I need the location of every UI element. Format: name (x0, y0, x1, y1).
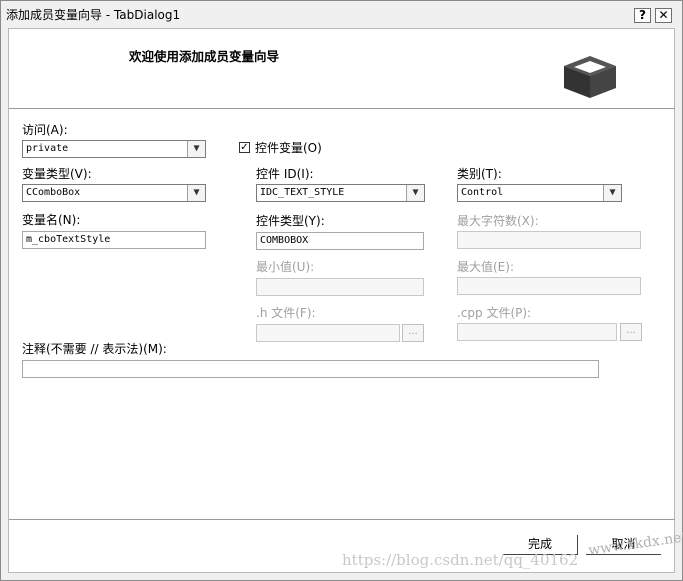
max-chars-label: 最大字符数(X): (457, 214, 539, 228)
category-label: 类别(T): (457, 167, 502, 181)
control-type-input[interactable]: COMBOBOX (256, 232, 424, 250)
window-title: 添加成员变量向导 - TabDialog1 (6, 8, 181, 22)
max-value-label: 最大值(E): (457, 260, 514, 274)
comment-input[interactable] (22, 360, 599, 378)
var-type-value: CComboBox (26, 187, 81, 198)
category-combo[interactable]: Control ▼ (457, 184, 622, 202)
control-variable-label: 控件变量(O) (255, 141, 322, 155)
var-name-input[interactable]: m_cboTextStyle (22, 231, 206, 249)
chevron-down-icon[interactable]: ▼ (603, 185, 621, 201)
access-combo[interactable]: private ▼ (22, 140, 206, 158)
cpp-file-browse-button[interactable]: ... (620, 323, 642, 341)
cpp-file-input[interactable] (457, 323, 617, 341)
chevron-down-icon[interactable]: ▼ (406, 185, 424, 201)
access-value: private (26, 143, 69, 154)
h-file-input[interactable] (256, 324, 400, 342)
cpp-file-label: .cpp 文件(P): (457, 306, 532, 320)
control-id-label: 控件 ID(I): (256, 167, 314, 181)
chevron-down-icon[interactable]: ▼ (187, 141, 205, 157)
wizard-header-title: 欢迎使用添加成员变量向导 (129, 49, 280, 64)
control-id-value: IDC_TEXT_STYLE (260, 187, 345, 198)
close-button[interactable]: ✕ (655, 8, 672, 23)
wizard-client-area (8, 28, 675, 573)
control-id-combo[interactable]: IDC_TEXT_STYLE ▼ (256, 184, 425, 202)
var-type-label: 变量类型(V): (22, 167, 92, 181)
footer-separator (9, 519, 675, 520)
header-separator (9, 108, 675, 109)
category-value: Control (461, 187, 504, 198)
box-icon (564, 56, 616, 98)
min-value-input[interactable] (256, 278, 424, 296)
control-type-label: 控件类型(Y): (256, 214, 325, 228)
var-type-combo[interactable]: CComboBox ▼ (22, 184, 206, 202)
comment-label: 注释(不需要 // 表示法)(M): (22, 342, 167, 356)
var-name-label: 变量名(N): (22, 213, 81, 227)
max-chars-input[interactable] (457, 231, 641, 249)
h-file-browse-button[interactable]: ... (402, 324, 424, 342)
chevron-down-icon[interactable]: ▼ (187, 185, 205, 201)
min-value-label: 最小值(U): (256, 260, 315, 274)
access-label: 访问(A): (22, 123, 68, 137)
watermark-url: https://blog.csdn.net/qq_40162 (342, 551, 579, 569)
h-file-label: .h 文件(F): (256, 306, 316, 320)
help-button[interactable]: ? (634, 8, 651, 23)
max-value-input[interactable] (457, 277, 641, 295)
control-variable-checkbox[interactable]: ✓ (239, 142, 250, 153)
